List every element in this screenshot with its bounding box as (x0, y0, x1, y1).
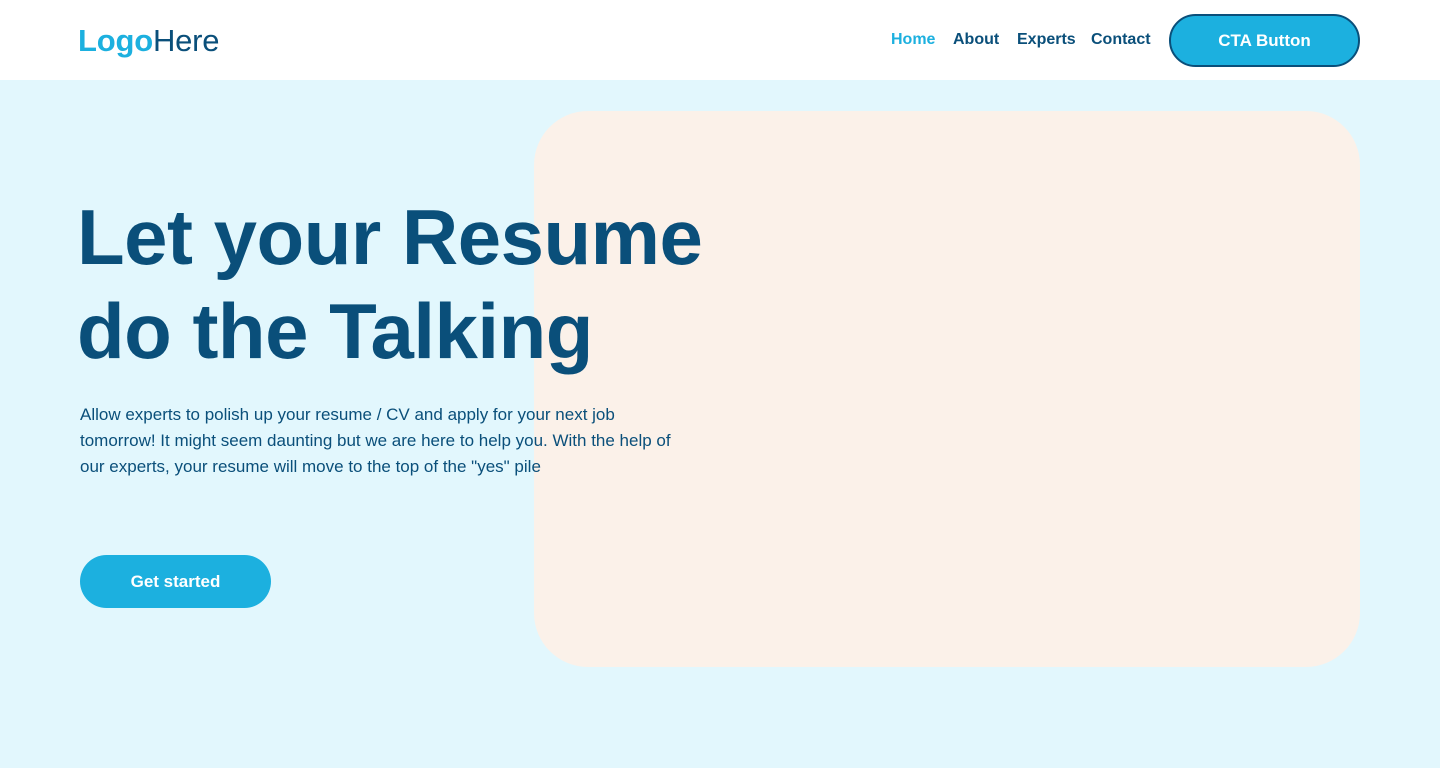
site-header: LogoHere Home About Experts Contact CTA … (0, 0, 1440, 80)
landing-page: LogoHere Home About Experts Contact CTA … (0, 0, 1440, 768)
cta-button[interactable]: CTA Button (1169, 14, 1360, 67)
site-logo[interactable]: LogoHere (78, 22, 220, 60)
hero-description: Allow experts to polish up your resume /… (80, 405, 671, 476)
nav-experts[interactable]: Experts (1017, 30, 1076, 50)
hero-headline-line-1: Let your Resume (77, 193, 703, 281)
nav-home[interactable]: Home (891, 30, 935, 50)
logo-text-secondary: Here (152, 23, 220, 58)
get-started-button[interactable]: Get started (80, 555, 271, 608)
hero-headline-line-2: do the Talking (77, 287, 593, 375)
nav-contact[interactable]: Contact (1091, 30, 1151, 50)
logo-text-primary: Logo (78, 23, 153, 58)
nav-about[interactable]: About (953, 30, 999, 50)
hero-headline: Let your Resume do the Talking (77, 190, 757, 378)
